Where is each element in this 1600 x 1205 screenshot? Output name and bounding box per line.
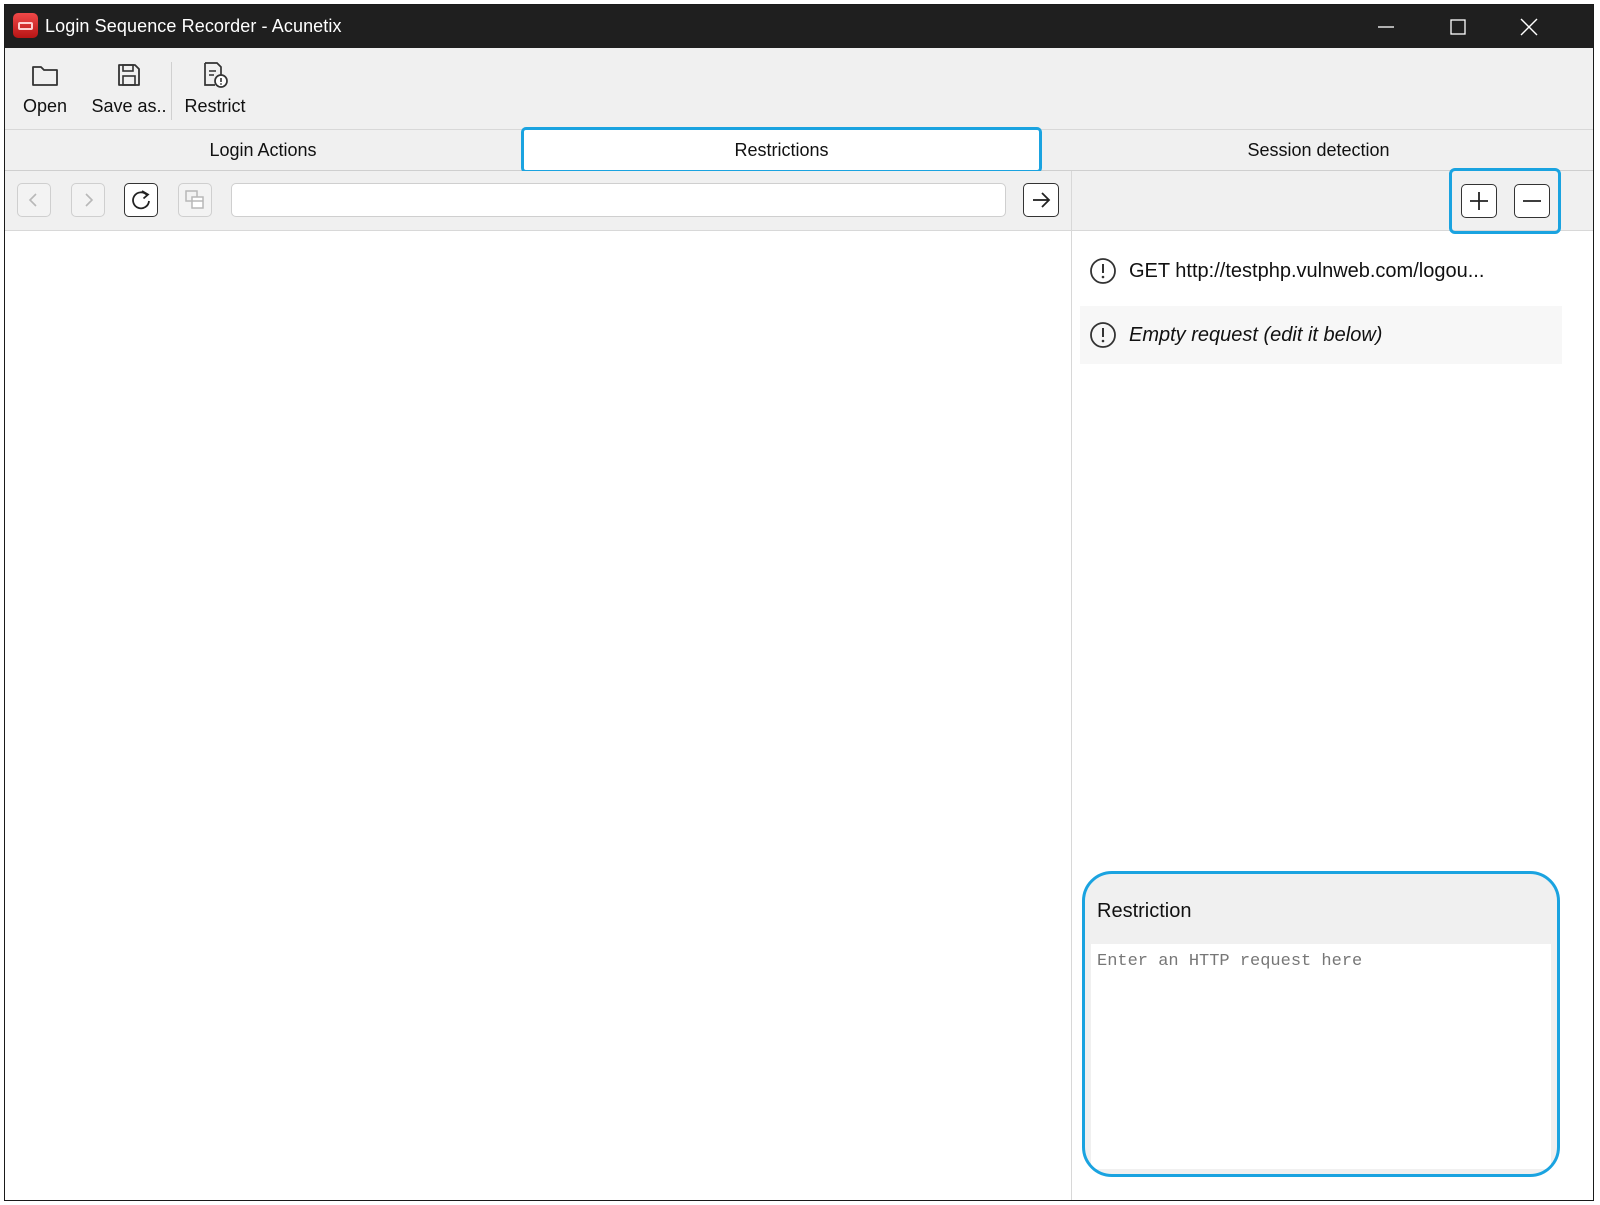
tab-restrictions[interactable]: Restrictions xyxy=(521,127,1042,173)
save-icon xyxy=(91,60,167,90)
open-label: Open xyxy=(22,96,68,116)
restrict-button[interactable]: Restrict xyxy=(181,60,249,120)
http-request-input[interactable] xyxy=(1091,944,1551,1169)
exclamation-circle-icon xyxy=(1089,321,1117,349)
refresh-button[interactable] xyxy=(124,183,158,217)
window-title: Login Sequence Recorder - Acunetix xyxy=(45,16,342,36)
maximize-button[interactable] xyxy=(1423,5,1493,48)
close-icon xyxy=(1520,18,1538,35)
new-window-button[interactable] xyxy=(178,183,212,217)
chevron-right-icon xyxy=(85,193,94,207)
windows-icon xyxy=(185,190,204,209)
save-as-button[interactable]: Save as.. xyxy=(91,60,167,120)
minimize-icon xyxy=(1378,25,1394,28)
tab-bar: Login Actions Restrictions Session detec… xyxy=(5,127,1593,173)
plus-icon xyxy=(1470,192,1488,210)
browser-pane xyxy=(5,171,1072,1200)
tab-login-actions[interactable]: Login Actions xyxy=(5,130,521,170)
toolbar-separator xyxy=(171,62,172,120)
list-item[interactable]: Empty request (edit it below) xyxy=(1080,306,1562,364)
save-as-label: Save as.. xyxy=(91,96,167,116)
url-input[interactable] xyxy=(231,183,1006,217)
request-text: Empty request (edit it below) xyxy=(1129,323,1383,346)
restrict-document-icon xyxy=(181,60,249,90)
arrow-right-icon xyxy=(1033,192,1051,208)
chevron-left-icon xyxy=(28,193,37,207)
restrictions-pane: GET http://testphp.vulnweb.com/logou... … xyxy=(1072,168,1593,1200)
minimize-button[interactable] xyxy=(1351,5,1421,48)
go-button[interactable] xyxy=(1023,183,1059,217)
restriction-title: Restriction xyxy=(1097,900,1192,922)
toolbar: Open Save as.. Restrict xyxy=(5,48,1593,130)
forward-button[interactable] xyxy=(71,183,105,217)
close-button[interactable] xyxy=(1494,5,1564,48)
add-remove-group xyxy=(1449,168,1561,234)
restrict-label: Restrict xyxy=(184,96,246,116)
remove-restriction-button[interactable] xyxy=(1514,184,1550,218)
tab-session-detection[interactable]: Session detection xyxy=(1042,130,1593,170)
minus-icon xyxy=(1523,200,1541,202)
app-window: Login Sequence Recorder - Acunetix Open … xyxy=(4,4,1594,1201)
browser-nav-bar xyxy=(5,171,1071,231)
open-button[interactable]: Open xyxy=(19,60,71,120)
folder-icon xyxy=(19,60,71,90)
add-restriction-button[interactable] xyxy=(1461,184,1497,218)
acunetix-app-icon xyxy=(13,13,38,38)
list-item[interactable]: GET http://testphp.vulnweb.com/logou... xyxy=(1080,242,1562,300)
restrictions-toolbar xyxy=(1072,168,1593,234)
title-bar: Login Sequence Recorder - Acunetix xyxy=(5,5,1593,48)
request-text: GET http://testphp.vulnweb.com/logou... xyxy=(1129,259,1485,282)
exclamation-circle-icon xyxy=(1089,257,1117,285)
maximize-icon xyxy=(1450,18,1466,35)
restriction-editor-panel: Restriction xyxy=(1082,871,1560,1177)
back-button[interactable] xyxy=(17,183,51,217)
refresh-icon xyxy=(132,190,150,210)
